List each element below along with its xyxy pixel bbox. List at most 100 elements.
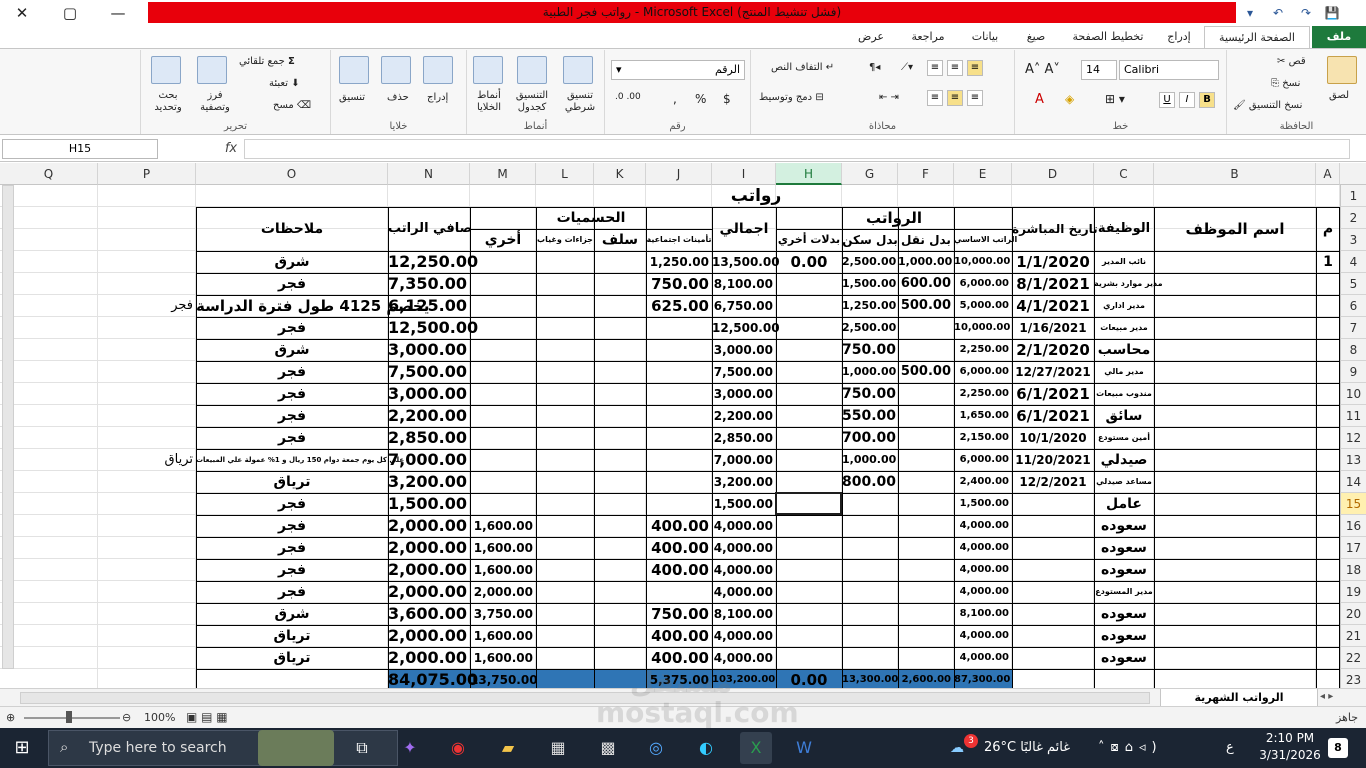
cell-other-allow[interactable] <box>776 427 842 449</box>
tab-review[interactable]: مراجعة <box>900 26 956 48</box>
tab-page-layout[interactable]: تخطيط الصفحة <box>1064 26 1152 48</box>
cell-m[interactable] <box>1316 427 1340 449</box>
cell-start-date[interactable] <box>1012 537 1094 559</box>
cell-basic[interactable]: 2,250.00 <box>954 339 1012 361</box>
cell-other-allow[interactable] <box>776 581 842 603</box>
word-taskbar-icon[interactable]: W <box>788 732 820 764</box>
column-header-K[interactable]: K <box>594 163 646 185</box>
align-top-icon[interactable]: ≡ <box>967 60 983 76</box>
cell-styles-button[interactable]: أنماط الخلايا <box>469 90 509 114</box>
cell-penalties[interactable] <box>536 273 594 295</box>
cell-other-ded[interactable] <box>470 449 536 471</box>
cell-housing[interactable]: 2,500.00 <box>842 251 898 273</box>
cell-insurance[interactable]: 750.00 <box>646 273 712 295</box>
cell-penalties[interactable] <box>536 559 594 581</box>
cell-housing[interactable] <box>842 625 898 647</box>
header-job[interactable]: الوظيفة <box>1094 207 1154 251</box>
outlook-icon[interactable]: ◎ <box>640 732 672 764</box>
cell-job[interactable]: مدير اداري <box>1094 295 1154 317</box>
delete-cells-icon[interactable] <box>381 56 411 84</box>
cell-housing[interactable] <box>842 559 898 581</box>
cell-job[interactable]: سعوده <box>1094 603 1154 625</box>
row-header-22[interactable]: 22 <box>1340 647 1366 669</box>
excel-taskbar-icon[interactable]: X <box>740 732 772 764</box>
cell-transport[interactable] <box>898 427 954 449</box>
cell-notes[interactable]: ترياق <box>196 625 388 647</box>
cell-advance[interactable] <box>594 361 646 383</box>
column-header-Q[interactable]: Q <box>0 163 98 185</box>
save-icon[interactable]: 💾 <box>1322 3 1342 23</box>
cell-insurance[interactable] <box>646 493 712 515</box>
header-other-allowances[interactable]: بدلات أخري <box>776 229 842 251</box>
cell-m[interactable] <box>1316 273 1340 295</box>
cell-net-salary[interactable]: 3,000.00 <box>388 339 470 361</box>
cell-penalties[interactable] <box>536 383 594 405</box>
comma-button[interactable]: , <box>673 92 677 106</box>
cell-other-ded[interactable] <box>470 427 536 449</box>
cell-total[interactable]: 4,000.00 <box>712 625 776 647</box>
cell-other-allow[interactable] <box>776 559 842 581</box>
paste-icon[interactable] <box>1327 56 1357 84</box>
cell-notes[interactable]: فجر <box>196 493 388 515</box>
cell-job[interactable]: سعوده <box>1094 625 1154 647</box>
cell-insurance[interactable]: 750.00 <box>646 603 712 625</box>
header-insurance[interactable]: تأمينات اجتماعية <box>646 229 712 251</box>
cell-basic[interactable]: 4,000.00 <box>954 537 1012 559</box>
cell-housing[interactable]: 1,000.00 <box>842 449 898 471</box>
cell-total[interactable]: 4,000.00 <box>712 581 776 603</box>
row-header-15[interactable]: 15 <box>1340 493 1366 515</box>
cell-housing[interactable]: 800.00 <box>842 471 898 493</box>
format-cells-icon[interactable] <box>339 56 369 84</box>
row-header-17[interactable]: 17 <box>1340 537 1366 559</box>
cell-total[interactable]: 7,000.00 <box>712 449 776 471</box>
cell-advance[interactable] <box>594 339 646 361</box>
cell-advance[interactable] <box>594 383 646 405</box>
row-header-12[interactable]: 12 <box>1340 427 1366 449</box>
number-format-select[interactable]: ▾ الرقم <box>611 60 745 80</box>
cell-start-date[interactable]: 6/1/2021 <box>1012 405 1094 427</box>
header-total[interactable]: اجمالي <box>712 207 776 251</box>
cell-job[interactable]: صيدلي <box>1094 449 1154 471</box>
cell-m[interactable] <box>1316 383 1340 405</box>
column-header-P[interactable]: P <box>98 163 196 185</box>
formula-input[interactable] <box>244 139 1350 159</box>
cell-start-date[interactable] <box>1012 559 1094 581</box>
sort-filter-icon[interactable] <box>197 56 227 84</box>
cell-penalties[interactable] <box>536 625 594 647</box>
format-cells-button[interactable]: تنسيق <box>339 92 365 103</box>
cell-basic[interactable]: 8,100.00 <box>954 603 1012 625</box>
cell-basic[interactable]: 4,000.00 <box>954 515 1012 537</box>
cell-other-allow[interactable] <box>776 339 842 361</box>
cell-insurance[interactable] <box>646 339 712 361</box>
maximize-window-button[interactable]: ▢ <box>48 0 92 26</box>
cell-penalties[interactable] <box>536 317 594 339</box>
horizontal-scrollbar[interactable] <box>20 692 1150 704</box>
cell-total[interactable]: 12,500.00 <box>712 317 780 339</box>
selected-cell-h15[interactable] <box>775 492 842 515</box>
column-header-L[interactable]: L <box>536 163 594 185</box>
column-header-F[interactable]: F <box>898 163 954 185</box>
cell-start-date[interactable]: 11/20/2021 <box>1012 449 1094 471</box>
cell-other-ded[interactable]: 2,000.00 <box>470 581 536 603</box>
cell-other-ded[interactable]: 3,750.00 <box>470 603 536 625</box>
cell-net-salary[interactable]: 12,500.00 <box>388 317 478 339</box>
cell-penalties[interactable] <box>536 405 594 427</box>
cell-notes[interactable]: شرق <box>196 339 388 361</box>
cell-job[interactable]: أمين مستودع <box>1094 427 1154 449</box>
row-header-2[interactable]: 2 <box>1340 207 1366 229</box>
cell-insurance[interactable]: 400.00 <box>646 537 712 559</box>
cell-other-allow[interactable] <box>776 471 842 493</box>
row-header-18[interactable]: 18 <box>1340 559 1366 581</box>
header-start-date[interactable]: تاريخ المباشرة <box>1012 207 1098 251</box>
cell-penalties[interactable] <box>536 449 594 471</box>
row-header-9[interactable]: 9 <box>1340 361 1366 383</box>
cell-housing[interactable] <box>842 581 898 603</box>
cell-m[interactable] <box>1316 493 1340 515</box>
row-header-10[interactable]: 10 <box>1340 383 1366 405</box>
cell-other-allow[interactable] <box>776 361 842 383</box>
column-header-O[interactable]: O <box>196 163 388 185</box>
cell-notes[interactable]: ترياق <box>196 647 388 669</box>
sheet-tab-monthly-salaries[interactable]: الرواتب الشهرية <box>1160 689 1318 707</box>
cell-notes[interactable]: فجر <box>196 383 388 405</box>
conditional-format-icon[interactable] <box>563 56 593 84</box>
